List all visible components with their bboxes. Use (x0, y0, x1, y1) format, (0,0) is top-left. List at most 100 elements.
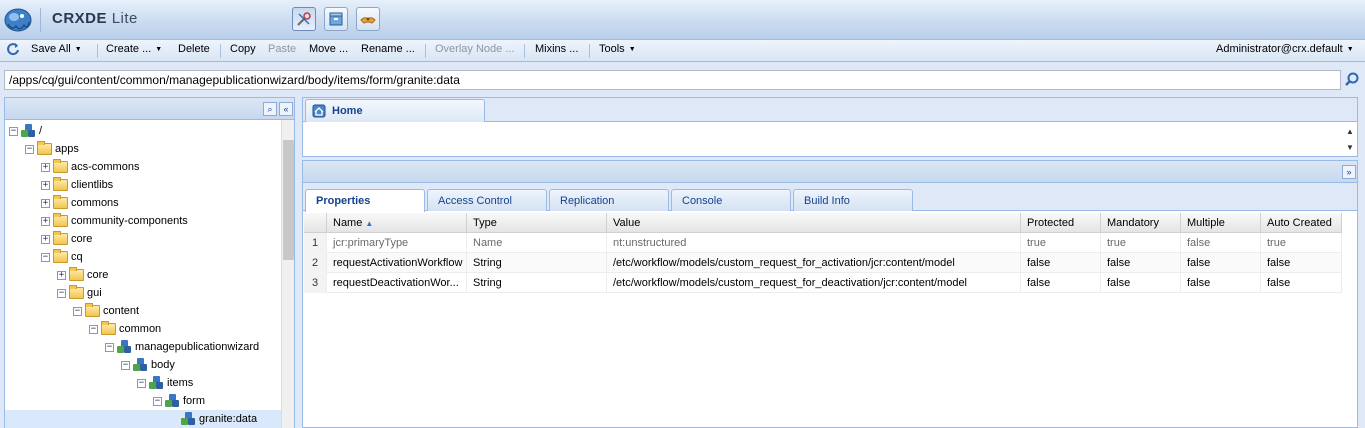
cell-value[interactable]: nt:unstructured (607, 233, 1021, 253)
cell-value[interactable]: /etc/workflow/models/custom_request_for_… (607, 273, 1021, 293)
cell-name[interactable]: requestDeactivationWor... (327, 273, 467, 293)
move-button[interactable]: Move ... (309, 43, 348, 55)
cell-auto-created[interactable]: false (1261, 253, 1342, 273)
tree-node[interactable]: + core (41, 230, 92, 248)
refresh-icon[interactable] (6, 42, 20, 59)
collapse-node-icon[interactable]: − (25, 144, 34, 154)
cell-protected[interactable]: false (1021, 273, 1101, 293)
cell-multiple[interactable]: false (1181, 233, 1261, 253)
tab-properties[interactable]: Properties (305, 189, 425, 212)
table-row[interactable]: 3 requestDeactivationWor... String/etc/wor… (304, 273, 1342, 293)
tree-node[interactable]: granite:data (5, 410, 281, 428)
tree-node[interactable]: + clientlibs (41, 176, 113, 194)
cell-multiple[interactable]: false (1181, 273, 1261, 293)
cell-mandatory[interactable]: false (1101, 273, 1181, 293)
tree-node[interactable]: − form (153, 392, 205, 410)
develop-mode-button[interactable] (292, 7, 316, 31)
tree-node[interactable]: + acs-commons (41, 158, 139, 176)
tree-scrollbar-thumb[interactable] (283, 140, 294, 260)
save-all-button[interactable]: Save All ▼ (31, 43, 82, 55)
collapse-node-icon[interactable]: − (9, 126, 18, 136)
cell-type[interactable]: String (467, 253, 607, 273)
tree-node[interactable]: + commons (41, 194, 119, 212)
tree-node[interactable]: − apps (25, 140, 79, 158)
collapse-node-icon[interactable]: − (105, 342, 114, 352)
collapse-node-icon[interactable]: − (137, 378, 146, 388)
cell-value[interactable]: /etc/workflow/models/custom_request_for_… (607, 253, 1021, 273)
tab-build-info[interactable]: Build Info (793, 189, 913, 211)
tree-node[interactable]: − gui (57, 284, 102, 302)
share-mode-button[interactable] (356, 7, 380, 31)
tools-button[interactable]: Tools ▼ (599, 43, 636, 55)
column-header[interactable]: Auto Created (1261, 213, 1342, 233)
cell-type[interactable]: String (467, 273, 607, 293)
folder-icon (53, 231, 68, 245)
paste-button[interactable]: Paste (268, 43, 296, 55)
cell-protected[interactable]: false (1021, 253, 1101, 273)
column-header[interactable]: Multiple (1181, 213, 1261, 233)
path-input[interactable] (4, 70, 1341, 90)
user-menu[interactable]: Administrator@crx.default ▼ (1216, 43, 1354, 55)
path-search-button[interactable] (1342, 69, 1362, 91)
collapse-node-icon[interactable]: − (73, 306, 82, 316)
collapse-node-icon[interactable]: − (57, 288, 66, 298)
expand-node-icon[interactable]: + (41, 198, 50, 208)
overlay-node-button[interactable]: Overlay Node ... (435, 43, 514, 55)
column-header[interactable]: Value (607, 213, 1021, 233)
expand-node-icon[interactable]: + (41, 234, 50, 244)
column-header[interactable]: Mandatory (1101, 213, 1181, 233)
column-header[interactable]: Type (467, 213, 607, 233)
tree-node[interactable]: − / (9, 122, 42, 140)
tree-node[interactable]: − common (89, 320, 161, 338)
tree-node[interactable]: − cq (41, 248, 83, 266)
tree-node-label: commons (71, 197, 119, 209)
cell-auto-created[interactable]: false (1261, 273, 1342, 293)
collapse-node-icon[interactable]: − (41, 252, 50, 262)
tree-node[interactable]: − managepublicationwizard (105, 338, 259, 356)
cell-multiple[interactable]: false (1181, 253, 1261, 273)
cell-mandatory[interactable]: true (1101, 233, 1181, 253)
tree-node[interactable]: + core (57, 266, 108, 284)
expand-node-icon[interactable]: + (41, 162, 50, 172)
tree-node[interactable]: + community-components (41, 212, 188, 230)
cell-name[interactable]: requestActivationWorkflow (327, 253, 467, 273)
column-header[interactable]: Protected (1021, 213, 1101, 233)
expand-node-icon[interactable]: + (41, 216, 50, 226)
copy-button[interactable]: Copy (230, 43, 256, 55)
column-header[interactable]: Name ▲ (327, 213, 467, 233)
scroll-down-icon[interactable]: ▼ (1346, 143, 1354, 152)
cell-name[interactable]: jcr:primaryType (327, 233, 467, 253)
collapse-left-icon[interactable]: « (279, 102, 293, 116)
mixins-button[interactable]: Mixins ... (535, 43, 578, 55)
folder-icon (85, 303, 100, 317)
tab-access-control[interactable]: Access Control (427, 189, 547, 211)
delete-button[interactable]: Delete (178, 43, 210, 55)
collapse-node-icon[interactable]: − (89, 324, 98, 334)
jcr-node-icon (149, 376, 164, 390)
cell-protected[interactable]: true (1021, 233, 1101, 253)
tab-home[interactable]: Home (305, 99, 485, 122)
tree-node[interactable]: − body (121, 356, 175, 374)
tab-console[interactable]: Console (671, 189, 791, 211)
table-row[interactable]: 2 requestActivationWorkflow String/etc/wor… (304, 253, 1342, 273)
tree-binoculars-icon[interactable]: ⌕ (263, 102, 277, 116)
tree-node[interactable]: − items (137, 374, 193, 392)
folder-icon (53, 159, 68, 173)
editor-scrollbar[interactable]: ▲ ▼ (1343, 123, 1357, 156)
cell-mandatory[interactable]: false (1101, 253, 1181, 273)
tree-node[interactable]: − content (73, 302, 139, 320)
cell-auto-created[interactable]: true (1261, 233, 1342, 253)
collapse-down-icon[interactable]: » (1342, 165, 1356, 179)
table-row[interactable]: 1 jcr:primaryType Name nt:unstructured true t… (304, 233, 1342, 253)
package-mode-button[interactable] (324, 7, 348, 31)
cell-type[interactable]: Name (467, 233, 607, 253)
collapse-node-icon[interactable]: − (121, 360, 130, 370)
create-button[interactable]: Create ... ▼ (106, 43, 162, 55)
tree-scrollbar[interactable] (281, 120, 294, 428)
tab-replication[interactable]: Replication (549, 189, 669, 211)
expand-node-icon[interactable]: + (41, 180, 50, 190)
collapse-node-icon[interactable]: − (153, 396, 162, 406)
rename-button[interactable]: Rename ... (361, 43, 415, 55)
expand-node-icon[interactable]: + (57, 270, 66, 280)
scroll-up-icon[interactable]: ▲ (1346, 127, 1354, 136)
